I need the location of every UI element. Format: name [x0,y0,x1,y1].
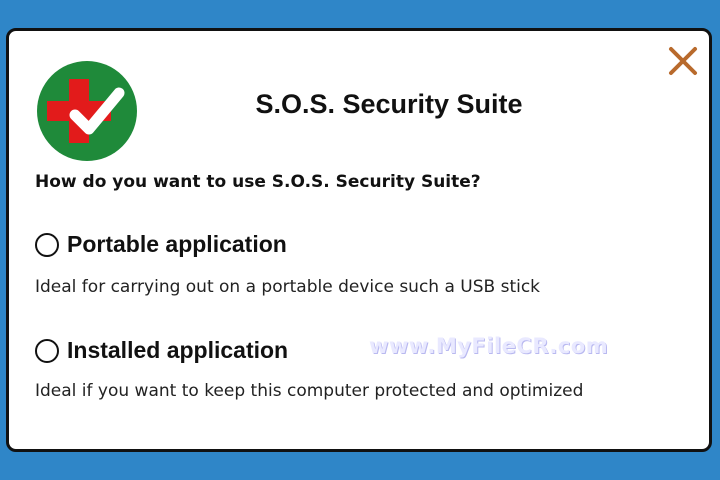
dialog-title: S.O.S. Security Suite [255,89,523,119]
option-portable[interactable]: Portable application [35,231,287,258]
portable-description: Ideal for carrying out on a portable dev… [35,277,541,297]
option-installed[interactable]: Installed application [35,337,288,364]
app-logo [35,59,139,163]
installed-radio[interactable] [35,338,59,363]
installed-label: Installed application [67,337,289,363]
watermark: www.MyFileCR.com [369,334,609,358]
red-cross-checkmark-logo-icon [37,61,137,161]
close-button[interactable] [663,41,703,81]
portable-radio[interactable] [35,232,59,257]
portable-label: Portable application [67,231,287,257]
usage-question: How do you want to use S.O.S. Security S… [35,172,481,192]
close-icon [669,47,697,75]
setup-dialog: S.O.S. Security Suite How do you want to… [6,28,712,452]
installed-description: Ideal if you want to keep this computer … [35,381,584,401]
